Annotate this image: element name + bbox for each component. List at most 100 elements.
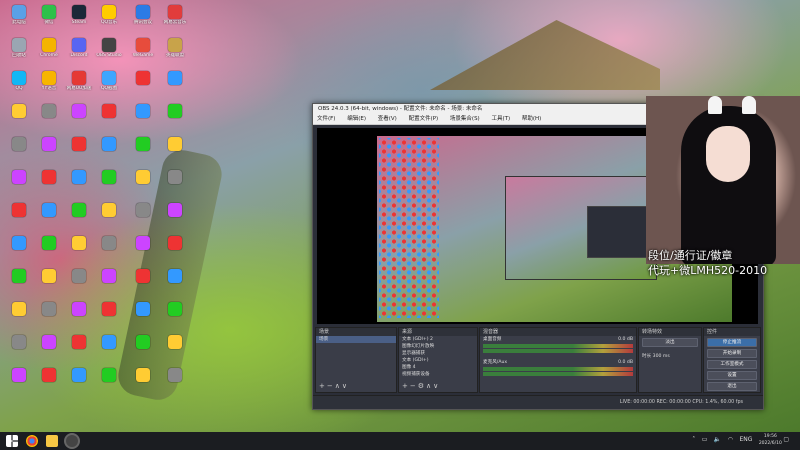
desktop-icon[interactable]	[64, 169, 94, 201]
desktop-icon[interactable]: Steam	[64, 4, 94, 36]
menu-tools[interactable]: 工具(T)	[491, 116, 510, 122]
chevron-up-icon[interactable]: ˄	[692, 433, 695, 447]
desktop-icon[interactable]	[4, 103, 34, 135]
start-icon[interactable]	[6, 435, 18, 447]
chrome-icon[interactable]	[26, 435, 38, 447]
desktop-icon[interactable]: 回收站	[4, 37, 34, 69]
desktop-icon[interactable]	[128, 136, 158, 168]
desktop-icon[interactable]	[64, 202, 94, 234]
desktop-icon[interactable]	[160, 268, 190, 300]
desktop-icon[interactable]: WeGame	[128, 37, 158, 69]
desktop-icon[interactable]: Chrome	[34, 37, 64, 69]
language-indicator[interactable]: ENG	[739, 433, 752, 447]
desktop-icon[interactable]	[128, 268, 158, 300]
desktop-icon[interactable]: 网易云音乐	[160, 4, 190, 36]
desktop-icon[interactable]	[4, 367, 34, 399]
desktop-icon[interactable]	[4, 235, 34, 267]
desktop-icon[interactable]: Discord	[64, 37, 94, 69]
scenes-toolbar[interactable]: +−∧∨	[319, 382, 349, 390]
source-item[interactable]: 视频捕获设备	[399, 371, 477, 378]
duration-input[interactable]: 300 ms	[653, 354, 670, 359]
desktop-icon[interactable]: 腾讯会议	[128, 4, 158, 36]
desktop-icon[interactable]	[4, 136, 34, 168]
desktop-icon[interactable]	[94, 103, 124, 135]
desktop-icon[interactable]	[128, 103, 158, 135]
desktop-icon[interactable]	[34, 169, 64, 201]
desktop-icon[interactable]	[128, 334, 158, 366]
desktop-icon[interactable]: QQ截图	[94, 70, 124, 102]
desktop-icon[interactable]	[160, 367, 190, 399]
menu-edit[interactable]: 编辑(E)	[347, 116, 366, 122]
menu-view[interactable]: 查看(V)	[378, 116, 397, 122]
desktop-icon[interactable]	[34, 301, 64, 333]
transition-select[interactable]: 淡出	[642, 338, 698, 347]
desktop-icon[interactable]	[94, 136, 124, 168]
desktop-icon[interactable]	[34, 367, 64, 399]
desktop-icon[interactable]	[128, 367, 158, 399]
desktop-icon[interactable]	[94, 202, 124, 234]
start-recording-button[interactable]: 开始录制	[707, 349, 757, 358]
desktop-icon[interactable]	[94, 268, 124, 300]
source-item[interactable]: 文本 (GDI+)	[399, 357, 477, 364]
desktop-icon[interactable]	[128, 70, 158, 102]
desktop-icon[interactable]	[94, 169, 124, 201]
desktop-icon[interactable]: YY语音	[34, 70, 64, 102]
desktop-icon[interactable]	[128, 169, 158, 201]
desktop-icon[interactable]	[34, 103, 64, 135]
desktop-icon[interactable]: QQ	[4, 70, 34, 102]
desktop-icon[interactable]	[34, 334, 64, 366]
desktop-icon[interactable]	[34, 202, 64, 234]
scene-item[interactable]: 场景	[316, 336, 396, 343]
desktop-icon[interactable]	[94, 301, 124, 333]
desktop-icon[interactable]	[64, 301, 94, 333]
source-item[interactable]: 图像 4	[399, 364, 477, 371]
desktop-icon[interactable]	[160, 169, 190, 201]
volume-slider[interactable]	[483, 372, 633, 376]
desktop-icon[interactable]: OBS Studio	[94, 37, 124, 69]
desktop-icon[interactable]	[64, 103, 94, 135]
source-item[interactable]: 文本 (GDI+) 2	[399, 336, 477, 343]
settings-button[interactable]: 设置	[707, 371, 757, 380]
desktop-icon[interactable]	[64, 268, 94, 300]
desktop-icon[interactable]	[160, 202, 190, 234]
menu-scene-collection[interactable]: 场景集合(S)	[450, 116, 480, 122]
desktop-icon[interactable]	[64, 235, 94, 267]
desktop-icon[interactable]	[128, 202, 158, 234]
desktop-icon[interactable]	[4, 169, 34, 201]
network-icon[interactable]: ◠	[728, 433, 733, 447]
desktop-icon[interactable]	[160, 136, 190, 168]
desktop-icon[interactable]	[160, 70, 190, 102]
battery-icon[interactable]: ▭	[702, 433, 708, 447]
desktop-icon[interactable]	[4, 268, 34, 300]
desktop-icon[interactable]	[64, 136, 94, 168]
desktop-icon[interactable]	[128, 301, 158, 333]
studio-mode-button[interactable]: 工作室模式	[707, 360, 757, 369]
menu-help[interactable]: 帮助(H)	[522, 116, 541, 122]
file-explorer-icon[interactable]	[46, 435, 58, 447]
desktop-icon[interactable]: 英雄联盟	[160, 37, 190, 69]
desktop-icon[interactable]	[160, 103, 190, 135]
desktop-icon[interactable]	[34, 268, 64, 300]
desktop-icon[interactable]	[94, 334, 124, 366]
sources-toolbar[interactable]: +−⚙∧∨	[402, 382, 440, 390]
desktop-icon[interactable]	[64, 334, 94, 366]
desktop-icon[interactable]: 此电脑	[4, 4, 34, 36]
stop-stream-button[interactable]: 停止推流	[707, 338, 757, 347]
source-item[interactable]: 显示器捕获	[399, 350, 477, 357]
desktop-icon[interactable]	[128, 235, 158, 267]
desktop-icon[interactable]	[4, 301, 34, 333]
volume-slider[interactable]	[483, 349, 633, 353]
speaker-icon[interactable]: 🔈	[714, 433, 721, 447]
desktop-icon[interactable]	[34, 235, 64, 267]
desktop-icon[interactable]: QQ音乐	[94, 4, 124, 36]
clock[interactable]: 19:56 2022/6/10	[759, 433, 782, 447]
exit-button[interactable]: 退出	[707, 382, 757, 391]
desktop-icon[interactable]: 微信	[34, 4, 64, 36]
menu-profile[interactable]: 配置文件(P)	[409, 116, 439, 122]
menu-file[interactable]: 文件(F)	[317, 116, 335, 122]
desktop-icon[interactable]	[160, 334, 190, 366]
desktop-icon[interactable]	[160, 235, 190, 267]
obs-icon[interactable]	[66, 435, 78, 447]
desktop-icon[interactable]	[94, 235, 124, 267]
desktop-icon[interactable]	[160, 301, 190, 333]
